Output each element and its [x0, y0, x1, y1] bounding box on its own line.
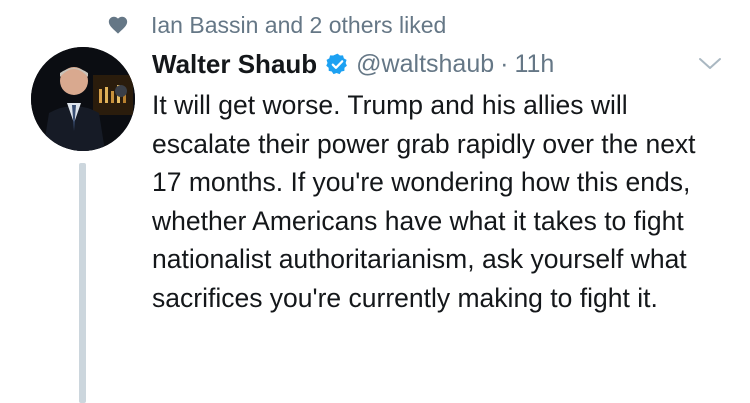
- tweet-header: Walter Shaub @waltshaub · 11h: [152, 46, 554, 82]
- display-name[interactable]: Walter Shaub: [152, 49, 317, 80]
- chevron-down-icon[interactable]: [698, 56, 722, 72]
- social-context[interactable]: Ian Bassin and 2 others liked: [107, 8, 446, 42]
- user-handle[interactable]: @waltshaub: [356, 50, 494, 79]
- social-context-text: Ian Bassin and 2 others liked: [151, 11, 447, 38]
- heart-icon: [108, 16, 128, 34]
- verified-badge-icon: [326, 53, 348, 74]
- timestamp[interactable]: 11h: [514, 50, 554, 79]
- tweet-text: It will get worse. Trump and his allies …: [152, 90, 696, 313]
- avatar[interactable]: [31, 47, 135, 151]
- avatar-image: [31, 47, 135, 151]
- separator-dot: ·: [500, 49, 509, 78]
- thread-line: [79, 163, 86, 403]
